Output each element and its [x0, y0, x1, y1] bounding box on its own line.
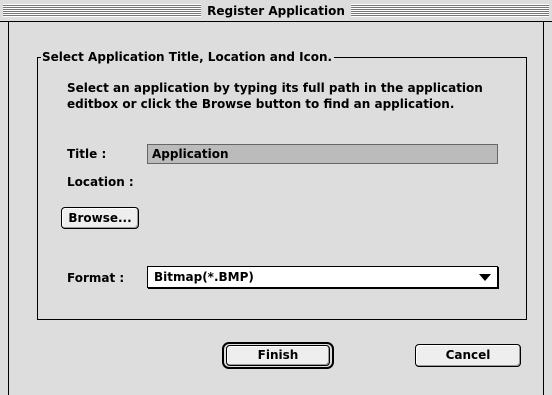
body-border-right: [543, 22, 544, 395]
cancel-button[interactable]: Cancel: [415, 344, 521, 367]
window-title: Register Application: [201, 3, 351, 19]
format-label: Format :: [67, 271, 125, 285]
register-application-dialog: Register Application Select Application …: [0, 0, 552, 395]
groupbox-legend: Select Application Title, Location and I…: [41, 49, 335, 65]
browse-button[interactable]: Browse...: [61, 207, 139, 229]
chevron-down-icon: [479, 274, 491, 281]
window-titlebar[interactable]: Register Application: [0, 0, 552, 22]
title-label: Title :: [67, 147, 107, 161]
finish-button[interactable]: Finish: [226, 345, 330, 366]
body-border-left: [8, 22, 9, 395]
format-select[interactable]: Bitmap(*.BMP): [147, 266, 498, 288]
format-selected-value: Bitmap(*.BMP): [154, 270, 254, 284]
instructions-text: Select an application by typing its full…: [67, 81, 483, 111]
location-label: Location :: [67, 175, 134, 189]
title-field[interactable]: Application: [147, 144, 498, 164]
